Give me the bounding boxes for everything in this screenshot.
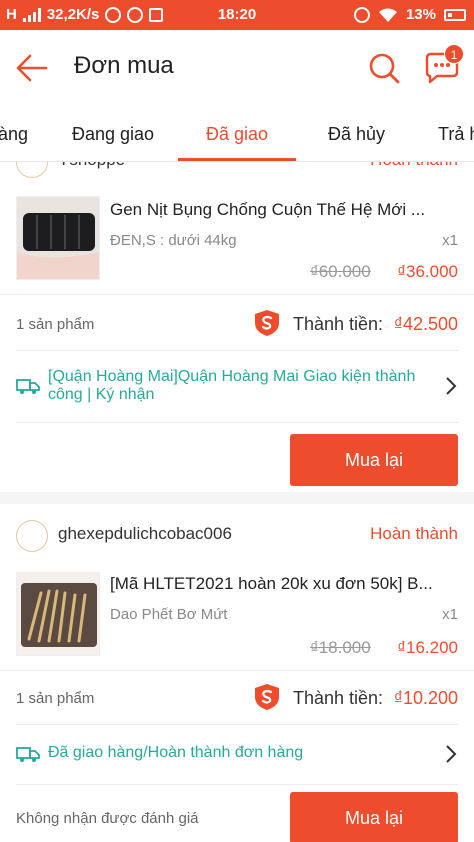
tab-da-giao[interactable]: Đã giao (206, 124, 268, 145)
total-label: Thành tiền: (293, 688, 384, 708)
shopee-guarantee-icon (255, 684, 279, 710)
order-total: ₫10.200 (393, 688, 458, 708)
product-quantity: x1 (442, 606, 458, 623)
order-card[interactable]: ghexepdulichcobac006 Hoàn thành [Mã HLTE… (0, 504, 474, 842)
tab-tra-hang[interactable]: Trả h (438, 124, 474, 145)
shipping-status[interactable]: [Quận Hoàng Mai]Quận Hoàng Mai Giao kiện… (48, 368, 418, 404)
tab-da-huy[interactable]: Đã hủy (328, 124, 385, 145)
battery-icon (444, 8, 466, 21)
total-label: Thành tiền: (293, 314, 384, 334)
sale-price: ₫16.200 (397, 638, 458, 657)
battery-percent: 13% (405, 6, 436, 23)
sale-price: ₫36.000 (397, 262, 458, 281)
truck-icon (16, 379, 40, 394)
product-thumbnail[interactable] (16, 196, 100, 280)
tab-cho-giao-hang[interactable]: àng (0, 124, 28, 145)
wifi-icon (378, 8, 397, 22)
active-tab-indicator (178, 158, 296, 161)
chat-badge: 1 (444, 44, 464, 64)
shopee-guarantee-icon (255, 310, 279, 336)
order-card[interactable]: Yshoppe Hoàn thành Gen Nịt Bụng Chống Cu… (0, 162, 474, 492)
rebuy-button[interactable]: Mua lại (290, 434, 458, 486)
order-status: Hoàn thành (370, 524, 458, 543)
chevron-right-icon[interactable] (444, 744, 458, 764)
product-name[interactable]: [Mã HLTET2021 hoàn 20k xu đơn 50k] B... (110, 574, 456, 594)
review-note: Không nhận được đánh giá (16, 810, 199, 827)
shipping-status[interactable]: Đã giao hàng/Hoàn thành đơn hàng (48, 744, 418, 762)
product-thumbnail[interactable] (16, 572, 100, 656)
shop-name[interactable]: ghexepdulichcobac006 (58, 524, 232, 544)
item-count: 1 sản phẩm (16, 690, 95, 707)
alarm-icon (353, 6, 370, 23)
order-status-tabs: àng Đang giao Đã giao Đã hủy Trả h (0, 106, 474, 162)
truck-icon (16, 747, 40, 762)
back-arrow-icon[interactable] (14, 50, 50, 86)
page-title: Đơn mua (74, 52, 174, 79)
item-count: 1 sản phẩm (16, 316, 95, 333)
order-total: ₫42.500 (393, 314, 458, 334)
product-variant: Dao Phết Bơ Mứt (110, 606, 228, 623)
app-header: Đơn mua 1 (0, 30, 474, 106)
search-icon[interactable] (366, 50, 402, 86)
product-variant: ĐEN,S : dưới 44kg (110, 232, 237, 249)
tab-dang-giao[interactable]: Đang giao (72, 124, 154, 145)
rebuy-button[interactable]: Mua lại (290, 792, 458, 842)
status-bar: H 32,2K/s 18:20 13% (0, 0, 474, 30)
original-price: ₫18.000 (310, 638, 371, 657)
product-name[interactable]: Gen Nịt Bụng Chống Cuộn Thế Hệ Mới ... (110, 200, 456, 220)
shop-logo (16, 520, 48, 552)
chevron-right-icon[interactable] (444, 376, 458, 396)
product-quantity: x1 (442, 232, 458, 249)
original-price: ₫60.000 (310, 262, 371, 281)
